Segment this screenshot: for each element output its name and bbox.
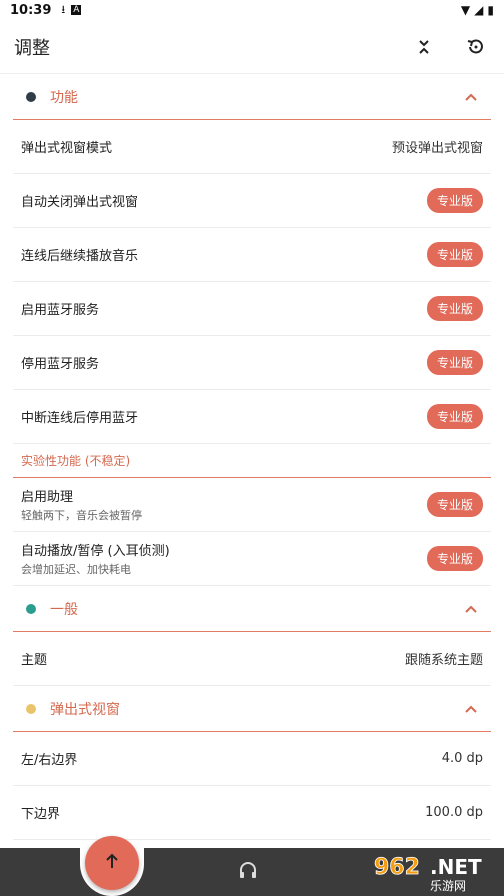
battery-icon: ▮	[487, 3, 494, 17]
download-icon: ⭳	[61, 2, 66, 16]
site-watermark-logo: 962 .NET 乐游网	[368, 850, 498, 894]
settings-list[interactable]: 功能 弹出式视窗模式 预设弹出式视窗 自动关闭弹出式视窗 专业版 连线后继续播放…	[0, 74, 504, 848]
setting-label: 连线后继续播放音乐	[21, 249, 139, 264]
setting-value: 4.0 dp	[441, 751, 483, 766]
setting-popup-mode[interactable]: 弹出式视窗模式 预设弹出式视窗	[13, 120, 491, 174]
setting-value: 预设弹出式视窗	[391, 141, 483, 156]
pro-badge[interactable]: 专业版	[426, 188, 483, 213]
arrow-up-icon	[104, 852, 120, 875]
status-time: 10:39	[10, 2, 52, 18]
restore-icon[interactable]	[462, 33, 490, 61]
setting-label: 下边界	[21, 807, 61, 822]
setting-label: 中断连线后停用蓝牙	[21, 411, 139, 426]
section-title: 功能	[50, 89, 78, 106]
setting-label: 自动关闭弹出式视窗	[21, 195, 139, 210]
pro-badge[interactable]: 专业版	[426, 350, 483, 375]
pro-badge[interactable]: 专业版	[426, 492, 483, 517]
pro-badge[interactable]: 专业版	[426, 404, 483, 429]
setting-auto-close-popup[interactable]: 自动关闭弹出式视窗 专业版	[13, 174, 491, 228]
svg-text:962: 962	[374, 855, 420, 880]
setting-disable-bluetooth[interactable]: 停用蓝牙服务 专业版	[13, 336, 491, 390]
signal-icon: ◢	[474, 3, 484, 17]
section-dot	[26, 603, 36, 614]
pro-badge[interactable]: 专业版	[426, 296, 483, 321]
setting-label: 弹出式视窗模式	[21, 141, 113, 156]
svg-text:乐游网: 乐游网	[430, 879, 466, 893]
setting-label: 左/右边界	[21, 753, 78, 768]
chevron-up-icon[interactable]	[465, 702, 477, 716]
wifi-icon: ▼	[460, 3, 471, 17]
setting-description: 轻触两下，音乐会被暂停	[21, 509, 142, 522]
setting-value: 跟随系统主题	[404, 653, 483, 668]
pro-badge[interactable]: 专业版	[426, 546, 483, 571]
setting-resume-music[interactable]: 连线后继续播放音乐 专业版	[13, 228, 491, 282]
setting-label: 启用助理	[21, 490, 74, 505]
status-bar: 10:39 ⭳ A ▼ ◢ ▮	[0, 0, 504, 20]
chevron-up-icon[interactable]	[465, 602, 477, 616]
setting-ear-detection[interactable]: 自动播放/暂停 (入耳侦测) 会增加延迟、加快耗电 专业版	[13, 532, 491, 586]
collapse-icon[interactable]	[410, 33, 438, 61]
section-title: 弹出式视窗	[50, 701, 120, 718]
setting-enable-assistant[interactable]: 启用助理 轻触两下，音乐会被暂停 专业版	[13, 478, 491, 532]
setting-value: 100.0 dp	[425, 805, 483, 820]
setting-label: 自动播放/暂停 (入耳侦测)	[21, 544, 170, 559]
section-header-general[interactable]: 一般	[13, 586, 491, 632]
section-dot	[26, 703, 36, 714]
setting-enable-bluetooth[interactable]: 启用蓝牙服务 专业版	[13, 282, 491, 336]
section-header-popup[interactable]: 弹出式视窗	[13, 686, 491, 732]
headphones-icon[interactable]	[238, 860, 258, 885]
experimental-header: 实验性功能 (不稳定)	[13, 444, 491, 478]
setting-theme[interactable]: 主题 跟随系统主题	[13, 632, 491, 686]
section-dot	[26, 91, 36, 102]
setting-description: 会增加延迟、加快耗电	[21, 563, 131, 576]
chevron-up-icon[interactable]	[465, 90, 477, 104]
pro-badge[interactable]: 专业版	[426, 242, 483, 267]
app-toolbar: 调整	[0, 20, 504, 74]
setting-label: 停用蓝牙服务	[21, 357, 100, 372]
section-header-function[interactable]: 功能	[13, 74, 491, 120]
setting-disconnect-bluetooth[interactable]: 中断连线后停用蓝牙 专业版	[13, 390, 491, 444]
setting-bottom-margin[interactable]: 下边界 100.0 dp	[13, 786, 491, 840]
setting-label: 启用蓝牙服务	[21, 303, 100, 318]
page-title: 调整	[14, 37, 50, 59]
svg-text:.NET: .NET	[430, 855, 482, 879]
section-title: 一般	[50, 601, 78, 618]
setting-side-margin[interactable]: 左/右边界 4.0 dp	[13, 732, 491, 786]
setting-label: 主题	[21, 653, 48, 668]
scroll-top-button[interactable]	[85, 836, 139, 890]
a-icon: A	[71, 5, 82, 15]
